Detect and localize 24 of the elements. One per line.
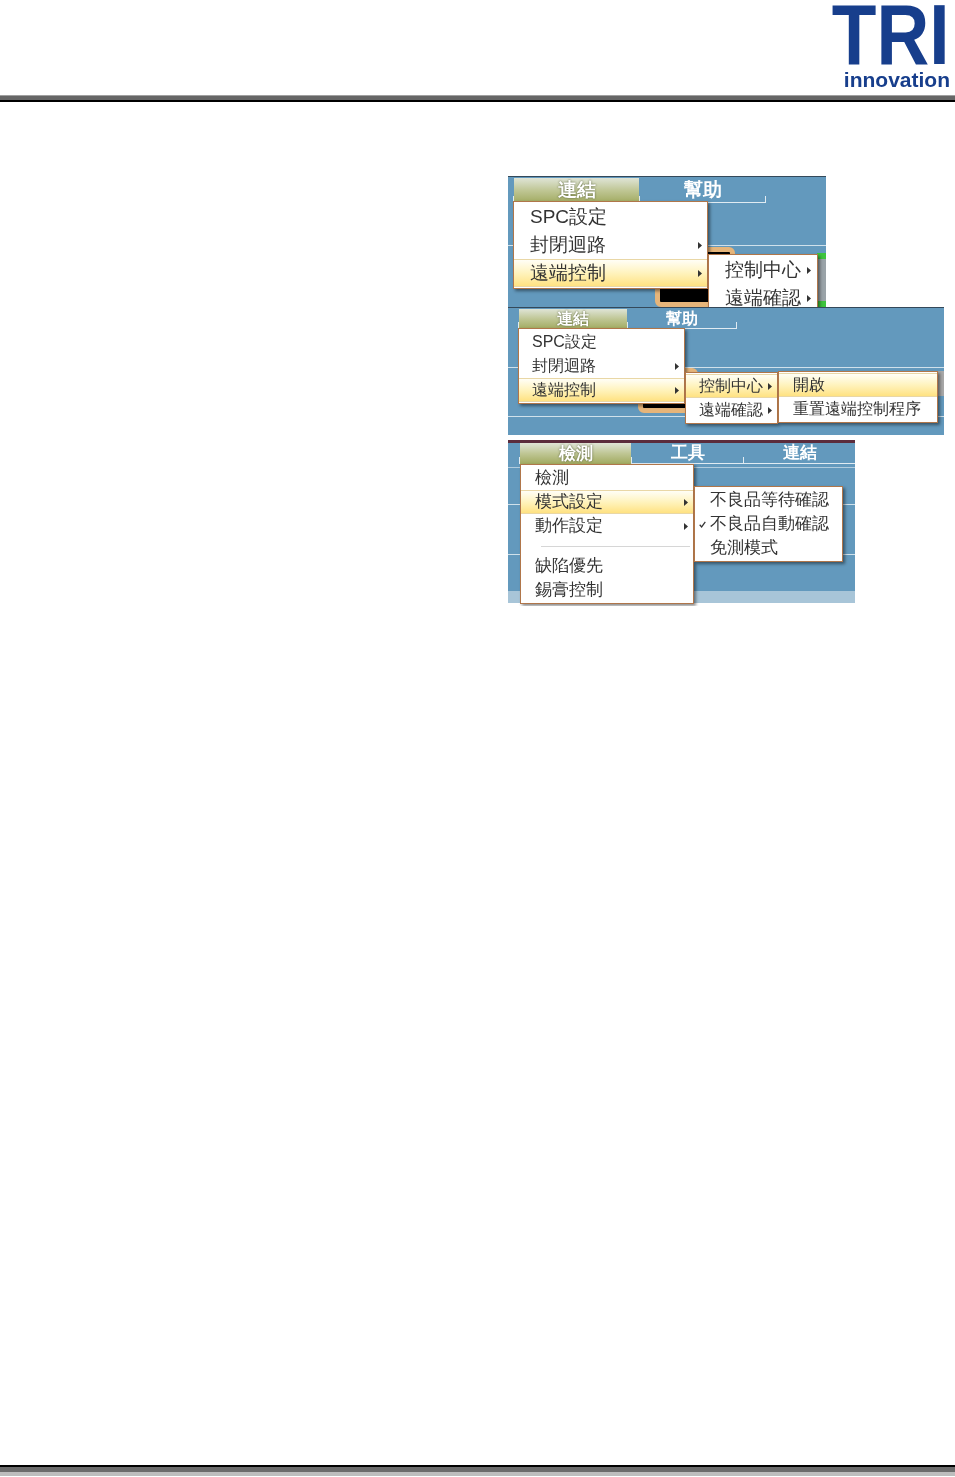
menu-item[interactable]: 動作設定 [521,514,693,538]
menu-item[interactable]: SPC設定 [519,330,684,354]
menu-item[interactable]: 不良品自動確認 [695,512,842,536]
menu-item[interactable]: 模式設定 [521,490,693,514]
logo-tagline: innovation [843,68,950,90]
menu-item[interactable]: 封閉迴路 [519,354,684,378]
menu-item[interactable]: 錫膏控制 [521,578,693,602]
status-light-icon [817,253,826,259]
menu-item[interactable]: 重置遠端控制程序 [779,397,937,421]
side-panel [938,371,944,396]
menu-item[interactable]: SPC設定 [514,203,707,231]
menu-item[interactable]: 封閉迴路 [514,231,707,259]
menu-item[interactable]: 缺陷優先 [521,554,693,578]
menu-item[interactable]: 檢測 [521,466,693,490]
menu-item[interactable]: 控制中心 [709,256,817,284]
menu-item[interactable]: 不良品等待確認 [695,488,842,512]
menu-item[interactable]: 免測模式 [695,536,842,560]
menu-item[interactable]: 控制中心 [686,374,777,398]
menu-item[interactable]: 遠端控制 [519,378,684,402]
logo-wordmark: TRI [832,0,950,69]
menu-item[interactable]: 遠端確認 [686,398,777,422]
menu-item[interactable]: 遠端控制 [514,259,707,287]
menu-item[interactable]: 開啟 [779,373,937,397]
menu-item[interactable]: 遠端確認 [709,284,817,307]
